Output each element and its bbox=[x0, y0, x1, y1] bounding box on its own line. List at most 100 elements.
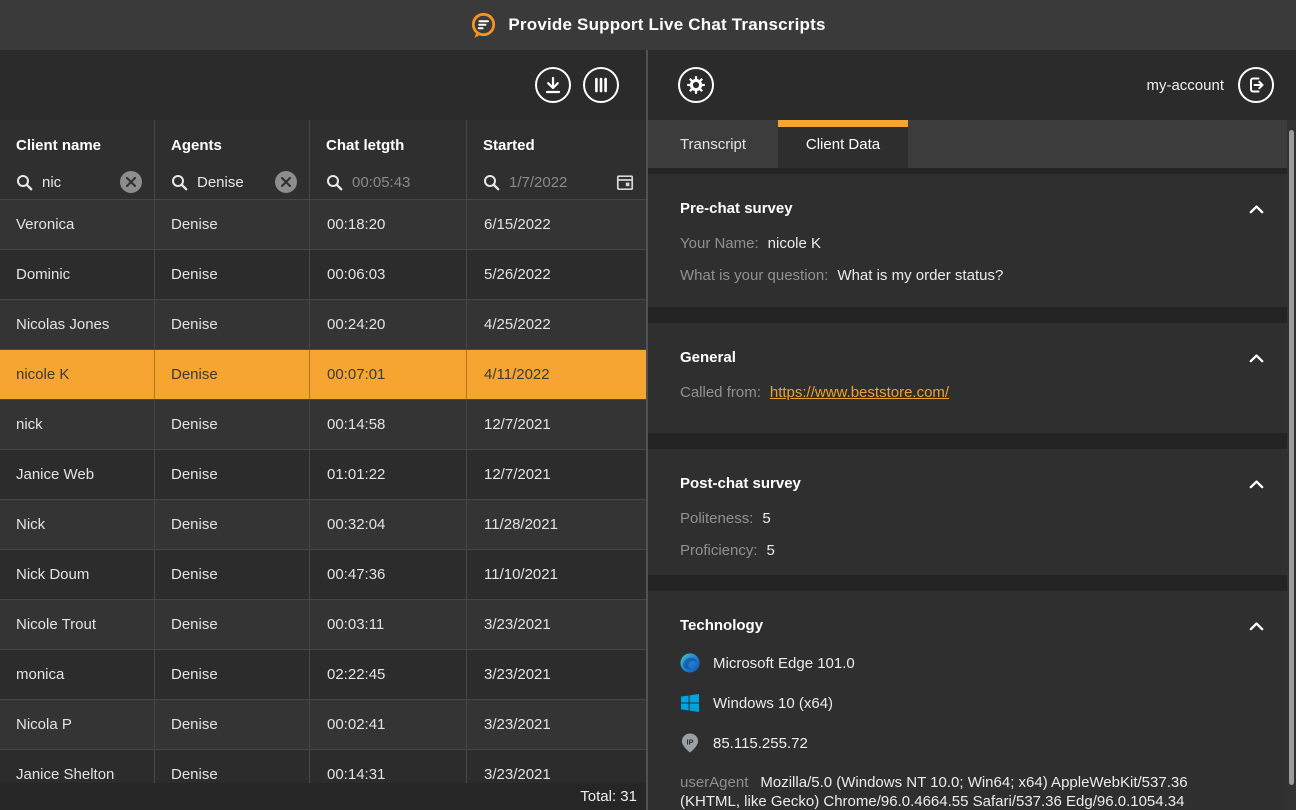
section-title: Pre-chat survey bbox=[680, 198, 793, 220]
cell-started: 12/7/2021 bbox=[467, 400, 646, 449]
column-title: Chat letgth bbox=[326, 135, 454, 157]
column-filter[interactable]: 1/7/2022 bbox=[483, 170, 634, 194]
user-agent-row: userAgentMozilla/5.0 (Windows NT 10.0; W… bbox=[680, 773, 1266, 810]
cell-chat-length: 00:24:20 bbox=[310, 300, 467, 349]
transcript-row[interactable]: Veronica Denise 00:18:20 6/15/2022 bbox=[0, 200, 646, 250]
main-area: Client name nic Agents bbox=[0, 50, 1296, 810]
cell-chat-length: 00:47:36 bbox=[310, 550, 467, 599]
column-filter[interactable]: Denise bbox=[171, 170, 297, 194]
columns-icon bbox=[591, 75, 611, 95]
cell-client-name: Nicole Trout bbox=[0, 600, 155, 649]
section-header: Technology bbox=[680, 615, 1266, 637]
download-icon bbox=[543, 75, 563, 95]
column-header-agents[interactable]: Agents Denise bbox=[155, 120, 310, 199]
cell-agent: Denise bbox=[155, 250, 310, 299]
cell-started: 3/23/2021 bbox=[467, 600, 646, 649]
column-title: Client name bbox=[16, 135, 142, 157]
section-header: General bbox=[680, 347, 1266, 369]
gear-icon bbox=[685, 74, 707, 96]
clear-icon bbox=[126, 177, 136, 187]
cell-chat-length: 02:22:45 bbox=[310, 650, 467, 699]
column-filter[interactable]: 00:05:43 bbox=[326, 170, 454, 194]
cell-chat-length: 00:18:20 bbox=[310, 200, 467, 249]
app-header: Provide Support Live Chat Transcripts bbox=[0, 0, 1296, 50]
logout-button[interactable] bbox=[1238, 67, 1274, 103]
detail-toolbar: my-account bbox=[648, 50, 1296, 120]
transcript-row[interactable]: Nick Denise 00:32:04 11/28/2021 bbox=[0, 500, 646, 550]
transcript-row[interactable]: monica Denise 02:22:45 3/23/2021 bbox=[0, 650, 646, 700]
section-tech-items: Microsoft Edge 101.0 Windows 10 (x64) IP… bbox=[680, 651, 1266, 810]
cell-started: 12/7/2021 bbox=[467, 450, 646, 499]
column-filter[interactable]: nic bbox=[16, 170, 142, 194]
chevron-up-icon bbox=[1249, 205, 1264, 214]
ip-address-icon: IP bbox=[680, 733, 700, 753]
cell-started: 3/23/2021 bbox=[467, 700, 646, 749]
column-header-started[interactable]: Started 1/7/2022 bbox=[467, 120, 646, 199]
user-agent-value: Mozilla/5.0 (Windows NT 10.0; Win64; x64… bbox=[680, 774, 1188, 810]
transcript-row[interactable]: Nick Doum Denise 00:47:36 11/10/2021 bbox=[0, 550, 646, 600]
transcript-row[interactable]: Nicole Trout Denise 00:03:11 3/23/2021 bbox=[0, 600, 646, 650]
search-icon bbox=[326, 174, 343, 191]
cell-started: 11/10/2021 bbox=[467, 550, 646, 599]
filter-input[interactable]: Denise bbox=[197, 174, 266, 191]
field-row: What is your question:What is my order s… bbox=[680, 266, 1266, 286]
chevron-up-icon bbox=[1249, 480, 1264, 489]
cell-agent: Denise bbox=[155, 550, 310, 599]
field-row: Your Name:nicole K bbox=[680, 234, 1266, 254]
section-pre-chat-survey: Pre-chat survey Your Name:nicole K What … bbox=[648, 174, 1296, 307]
clear-icon bbox=[281, 177, 291, 187]
section-fields: Called from: https://www.beststore.com/ bbox=[680, 383, 1266, 403]
search-icon bbox=[171, 174, 188, 191]
cell-chat-length: 00:06:03 bbox=[310, 250, 467, 299]
transcript-row[interactable]: Nicolas Jones Denise 00:24:20 4/25/2022 bbox=[0, 300, 646, 350]
user-agent-label: userAgent bbox=[680, 774, 748, 791]
scrollbar-thumb[interactable] bbox=[1289, 130, 1294, 785]
section-post-chat-survey: Post-chat survey Politeness:5 Proficienc… bbox=[648, 449, 1296, 575]
cell-client-name: Janice Web bbox=[0, 450, 155, 499]
tech-text: 85.115.255.72 bbox=[713, 735, 808, 752]
tech-text: Windows 10 (x64) bbox=[713, 695, 833, 712]
settings-button[interactable] bbox=[678, 67, 714, 103]
scrollbar-track[interactable] bbox=[1287, 120, 1296, 810]
field-value: 5 bbox=[767, 542, 775, 559]
edge-browser-icon bbox=[680, 653, 700, 673]
filter-input[interactable]: 00:05:43 bbox=[352, 174, 454, 191]
app-window: Provide Support Live Chat Transcripts bbox=[0, 0, 1296, 810]
filter-input[interactable]: nic bbox=[42, 174, 111, 191]
column-header-chat-letgth[interactable]: Chat letgth 00:05:43 bbox=[310, 120, 467, 199]
section-collapse-button[interactable] bbox=[1247, 203, 1266, 216]
transcript-row[interactable]: Janice Web Denise 01:01:22 12/7/2021 bbox=[0, 450, 646, 500]
download-button[interactable] bbox=[535, 67, 571, 103]
tech-row: Windows 10 (x64) bbox=[680, 691, 1266, 715]
detail-panel: my-account Transcript Client Data Pre-ch… bbox=[648, 50, 1296, 810]
total-count: Total: 31 bbox=[580, 788, 637, 805]
field-label: Called from: bbox=[680, 384, 761, 401]
cell-client-name: Nicolas Jones bbox=[0, 300, 155, 349]
columns-button[interactable] bbox=[583, 67, 619, 103]
calendar-icon[interactable] bbox=[616, 173, 634, 191]
section-collapse-button[interactable] bbox=[1247, 352, 1266, 365]
column-title: Agents bbox=[171, 135, 297, 157]
cell-client-name: Veronica bbox=[0, 200, 155, 249]
tab-client-data[interactable]: Client Data bbox=[778, 120, 908, 168]
column-header-client-name[interactable]: Client name nic bbox=[0, 120, 155, 199]
transcript-row[interactable]: nicole K Denise 00:07:01 4/11/2022 bbox=[0, 350, 646, 400]
cell-started: 6/15/2022 bbox=[467, 200, 646, 249]
cell-agent: Denise bbox=[155, 200, 310, 249]
filter-input[interactable]: 1/7/2022 bbox=[509, 174, 607, 191]
filter-clear-button[interactable] bbox=[120, 171, 142, 193]
section-collapse-button[interactable] bbox=[1247, 478, 1266, 491]
cell-chat-length: 00:02:41 bbox=[310, 700, 467, 749]
tab-transcript[interactable]: Transcript bbox=[648, 120, 778, 168]
transcript-row[interactable]: Nicola P Denise 00:02:41 3/23/2021 bbox=[0, 700, 646, 750]
table-header-row: Client name nic Agents bbox=[0, 120, 646, 200]
section-header: Pre-chat survey bbox=[680, 198, 1266, 220]
section-collapse-button[interactable] bbox=[1247, 620, 1266, 633]
cell-agent: Denise bbox=[155, 650, 310, 699]
transcript-row[interactable]: nick Denise 00:14:58 12/7/2021 bbox=[0, 400, 646, 450]
called-from-link[interactable]: https://www.beststore.com/ bbox=[770, 384, 949, 401]
cell-client-name: Dominic bbox=[0, 250, 155, 299]
account-label: my-account bbox=[1146, 77, 1224, 94]
transcript-row[interactable]: Dominic Denise 00:06:03 5/26/2022 bbox=[0, 250, 646, 300]
filter-clear-button[interactable] bbox=[275, 171, 297, 193]
